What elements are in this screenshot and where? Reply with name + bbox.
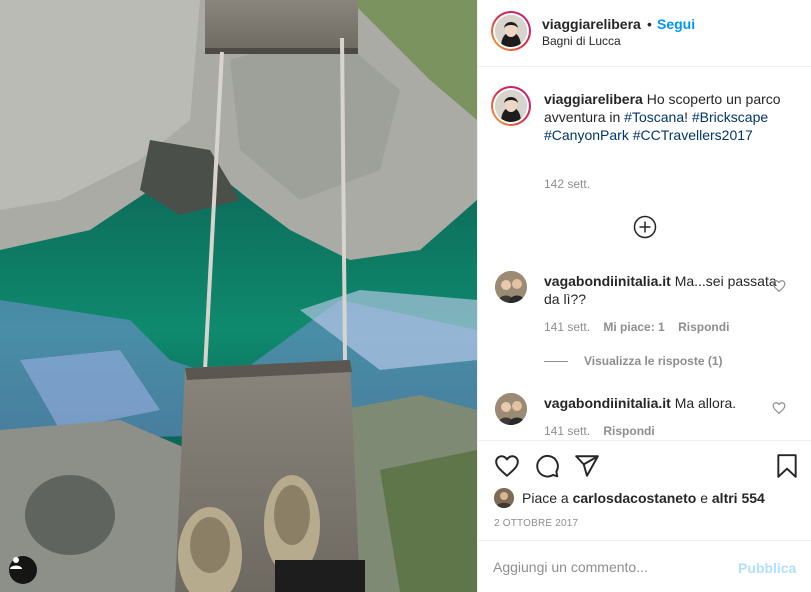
- comment-1-meta: 141 sett. Mi piace: 1 Rispondi: [544, 320, 739, 334]
- author-avatar-image: [495, 15, 527, 47]
- comment-2-time[interactable]: 141 sett.: [544, 424, 590, 438]
- caption-exclaim: !: [684, 109, 688, 125]
- comment-2-text: Ma allora.: [674, 395, 737, 411]
- liker-avatar-image: [494, 488, 514, 508]
- bookmark-icon[interactable]: [774, 453, 800, 479]
- replies-line: [544, 361, 568, 363]
- add-comment-bar: Pubblica: [478, 540, 811, 592]
- commenter-avatar[interactable]: [495, 271, 527, 303]
- hashtag-toscana[interactable]: #Toscana: [624, 109, 684, 125]
- separator-dot: •: [647, 16, 652, 32]
- follow-button[interactable]: Segui: [657, 16, 695, 32]
- comment-2-username[interactable]: vagabondiinitalia.it: [544, 395, 671, 411]
- likes-prefix: Piace a: [522, 490, 569, 506]
- commenter-avatar-image: [495, 271, 527, 303]
- commenter-avatar[interactable]: [495, 393, 527, 425]
- comment-icon[interactable]: [534, 453, 560, 479]
- post-header: viaggiarelibera • Segui Bagni di Lucca: [478, 0, 811, 67]
- likes-summary: Piace a carlosdacostaneto e altri 554: [494, 488, 765, 508]
- liker-avatar[interactable]: [494, 488, 514, 508]
- user-icon: [10, 557, 22, 569]
- comment-1-likes[interactable]: Mi piace: 1: [603, 320, 664, 334]
- likes-user[interactable]: carlosdacostaneto: [573, 490, 697, 506]
- comment-1-time[interactable]: 141 sett.: [544, 320, 590, 334]
- comment-1-reply-button[interactable]: Rispondi: [678, 320, 729, 334]
- comment-2-meta: 141 sett. Rispondi: [544, 424, 665, 438]
- hashtag-brickscape[interactable]: #Brickscape: [692, 109, 768, 125]
- comment-1-username[interactable]: vagabondiinitalia.it: [544, 273, 671, 289]
- plus-circle-icon: [633, 215, 657, 239]
- comment-2-like-heart-icon[interactable]: [772, 401, 786, 415]
- post-photo[interactable]: [0, 0, 477, 592]
- caption-timestamp[interactable]: 142 sett.: [544, 177, 590, 191]
- share-icon[interactable]: [574, 453, 600, 479]
- caption-avatar-image: [495, 90, 527, 122]
- tagged-users-button[interactable]: [9, 556, 37, 584]
- comment-2-reply-button[interactable]: Rispondi: [603, 424, 654, 438]
- author-username[interactable]: viaggiarelibera: [542, 16, 641, 32]
- comment-2-text-block: vagabondiinitalia.it Ma allora.: [544, 394, 784, 412]
- post-comment-button[interactable]: Pubblica: [738, 560, 796, 576]
- photo-illustration: [0, 0, 477, 592]
- comment-input[interactable]: [493, 555, 733, 579]
- view-replies-label: Visualizza le risposte (1): [584, 354, 723, 368]
- view-replies-button[interactable]: Visualizza le risposte (1): [544, 354, 723, 368]
- likes-others[interactable]: altri 554: [712, 490, 765, 506]
- comment-1-like-heart-icon[interactable]: [772, 279, 786, 293]
- post-caption: viaggiarelibera Ho scoperto un parco avv…: [544, 90, 789, 144]
- heart-icon[interactable]: [494, 453, 520, 479]
- post-location[interactable]: Bagni di Lucca: [542, 34, 621, 48]
- post-actions: Piace a carlosdacostaneto e altri 554 2 …: [478, 440, 811, 540]
- comments-list[interactable]: viaggiarelibera Ho scoperto un parco avv…: [478, 68, 811, 440]
- author-avatar[interactable]: [491, 11, 531, 51]
- likes-and: e: [700, 490, 708, 506]
- hashtag-cctravellers2017[interactable]: #CCTravellers2017: [633, 127, 753, 143]
- load-more-comments-button[interactable]: [633, 215, 657, 239]
- commenter-avatar-image: [495, 393, 527, 425]
- hashtag-canyonpark[interactable]: #CanyonPark: [544, 127, 629, 143]
- caption-author-avatar[interactable]: [491, 86, 531, 126]
- post-side-panel: viaggiarelibera • Segui Bagni di Lucca v…: [477, 0, 811, 592]
- comment-1-text-block: vagabondiinitalia.it Ma...sei passata da…: [544, 272, 784, 308]
- post-date[interactable]: 2 OTTOBRE 2017: [494, 518, 578, 529]
- caption-username[interactable]: viaggiarelibera: [544, 91, 643, 107]
